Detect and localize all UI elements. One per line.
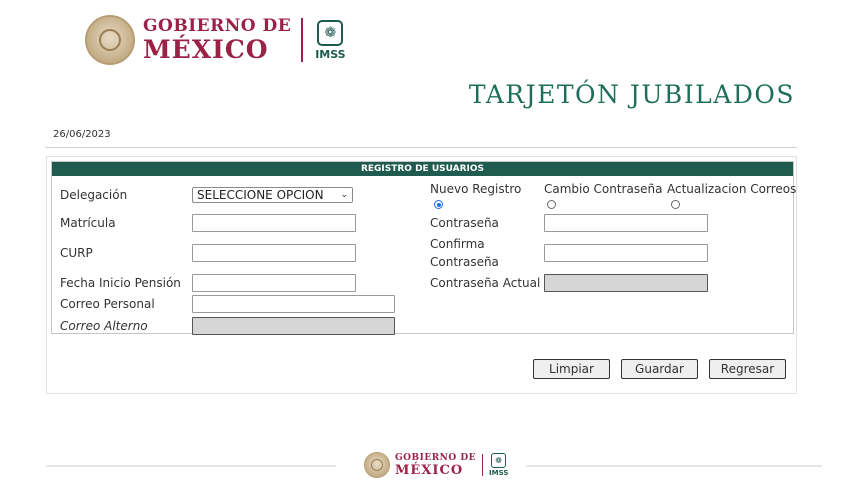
footer-imss-logo: ❁ IMSS [489,453,508,477]
imss-text: IMSS [315,47,346,61]
footer-gobierno-wordmark: GOBIERNO DE MÉXICO [395,452,477,478]
curp-input[interactable] [192,244,356,262]
footer-imss-text: IMSS [489,469,509,477]
logo-divider [301,18,304,62]
footer-logo: GOBIERNO DE MÉXICO ❁ IMSS [364,452,508,478]
radio-cambio-contrasena-label: Cambio Contraseña [544,182,663,196]
page-title: TARJETÓN JUBILADOS [468,80,795,109]
correo-personal-label: Correo Personal [60,297,155,311]
guardar-button[interactable]: Guardar [621,359,698,379]
radio-actualizacion-correos-label: Actualizacion Correos [667,182,797,196]
footer-logo-divider [482,454,484,476]
correo-alterno-input [192,317,395,335]
correo-personal-input[interactable] [192,295,395,313]
contrasena-label: Contraseña [430,216,499,230]
registro-section: REGISTRO DE USUARIOS Delegación SELECCIO… [51,161,797,335]
national-seal-icon [85,15,135,65]
fecha-inicio-input[interactable] [192,274,356,292]
chevron-down-icon: ⌄ [340,190,348,200]
footer-gobierno-line1: GOBIERNO DE [395,452,477,463]
radio-cambio-contrasena[interactable] [547,200,556,209]
header-logo: GOBIERNO DE MÉXICO ❁ IMSS [85,14,346,66]
regresar-button[interactable]: Regresar [709,359,786,379]
contrasena-actual-label: Contraseña Actual [430,276,541,290]
current-date: 26/06/2023 [53,129,111,140]
radio-nuevo-registro[interactable] [434,200,443,209]
matricula-label: Matrícula [60,216,116,230]
imss-eagle-icon: ❁ [491,453,507,468]
delegacion-selected-value: SELECCIONE OPCION [197,188,324,202]
correo-alterno-label: Correo Alterno [60,319,148,333]
matricula-input[interactable] [192,214,356,232]
delegacion-select[interactable]: SELECCIONE OPCION ⌄ [192,187,353,203]
confirma-label-line2: Contraseña [430,255,499,269]
section-title: REGISTRO DE USUARIOS [52,162,793,176]
radio-actualizacion-correos[interactable] [671,200,680,209]
form-panel: REGISTRO DE USUARIOS Delegación SELECCIO… [46,156,797,394]
footer-gobierno-line2: MÉXICO [395,462,464,478]
contrasena-actual-input [544,274,708,292]
gobierno-wordmark: GOBIERNO DE MÉXICO [143,16,292,64]
contrasena-input[interactable] [544,214,708,232]
footer-rule-right [526,465,822,467]
imss-logo: ❁ IMSS [315,19,346,61]
national-seal-icon [364,452,390,478]
gobierno-line1: GOBIERNO DE [143,16,292,36]
radio-nuevo-registro-label: Nuevo Registro [430,182,522,196]
imss-eagle-icon: ❁ [317,19,344,46]
delegacion-label: Delegación [60,188,128,202]
gobierno-line2: MÉXICO [143,35,269,64]
footer-rule-left [46,465,336,467]
confirma-label-line1: Confirma [430,237,485,251]
fecha-inicio-label: Fecha Inicio Pensión [60,276,181,290]
limpiar-button[interactable]: Limpiar [533,359,610,379]
confirma-contrasena-input[interactable] [544,244,708,262]
divider [45,147,797,148]
curp-label: CURP [60,246,93,260]
